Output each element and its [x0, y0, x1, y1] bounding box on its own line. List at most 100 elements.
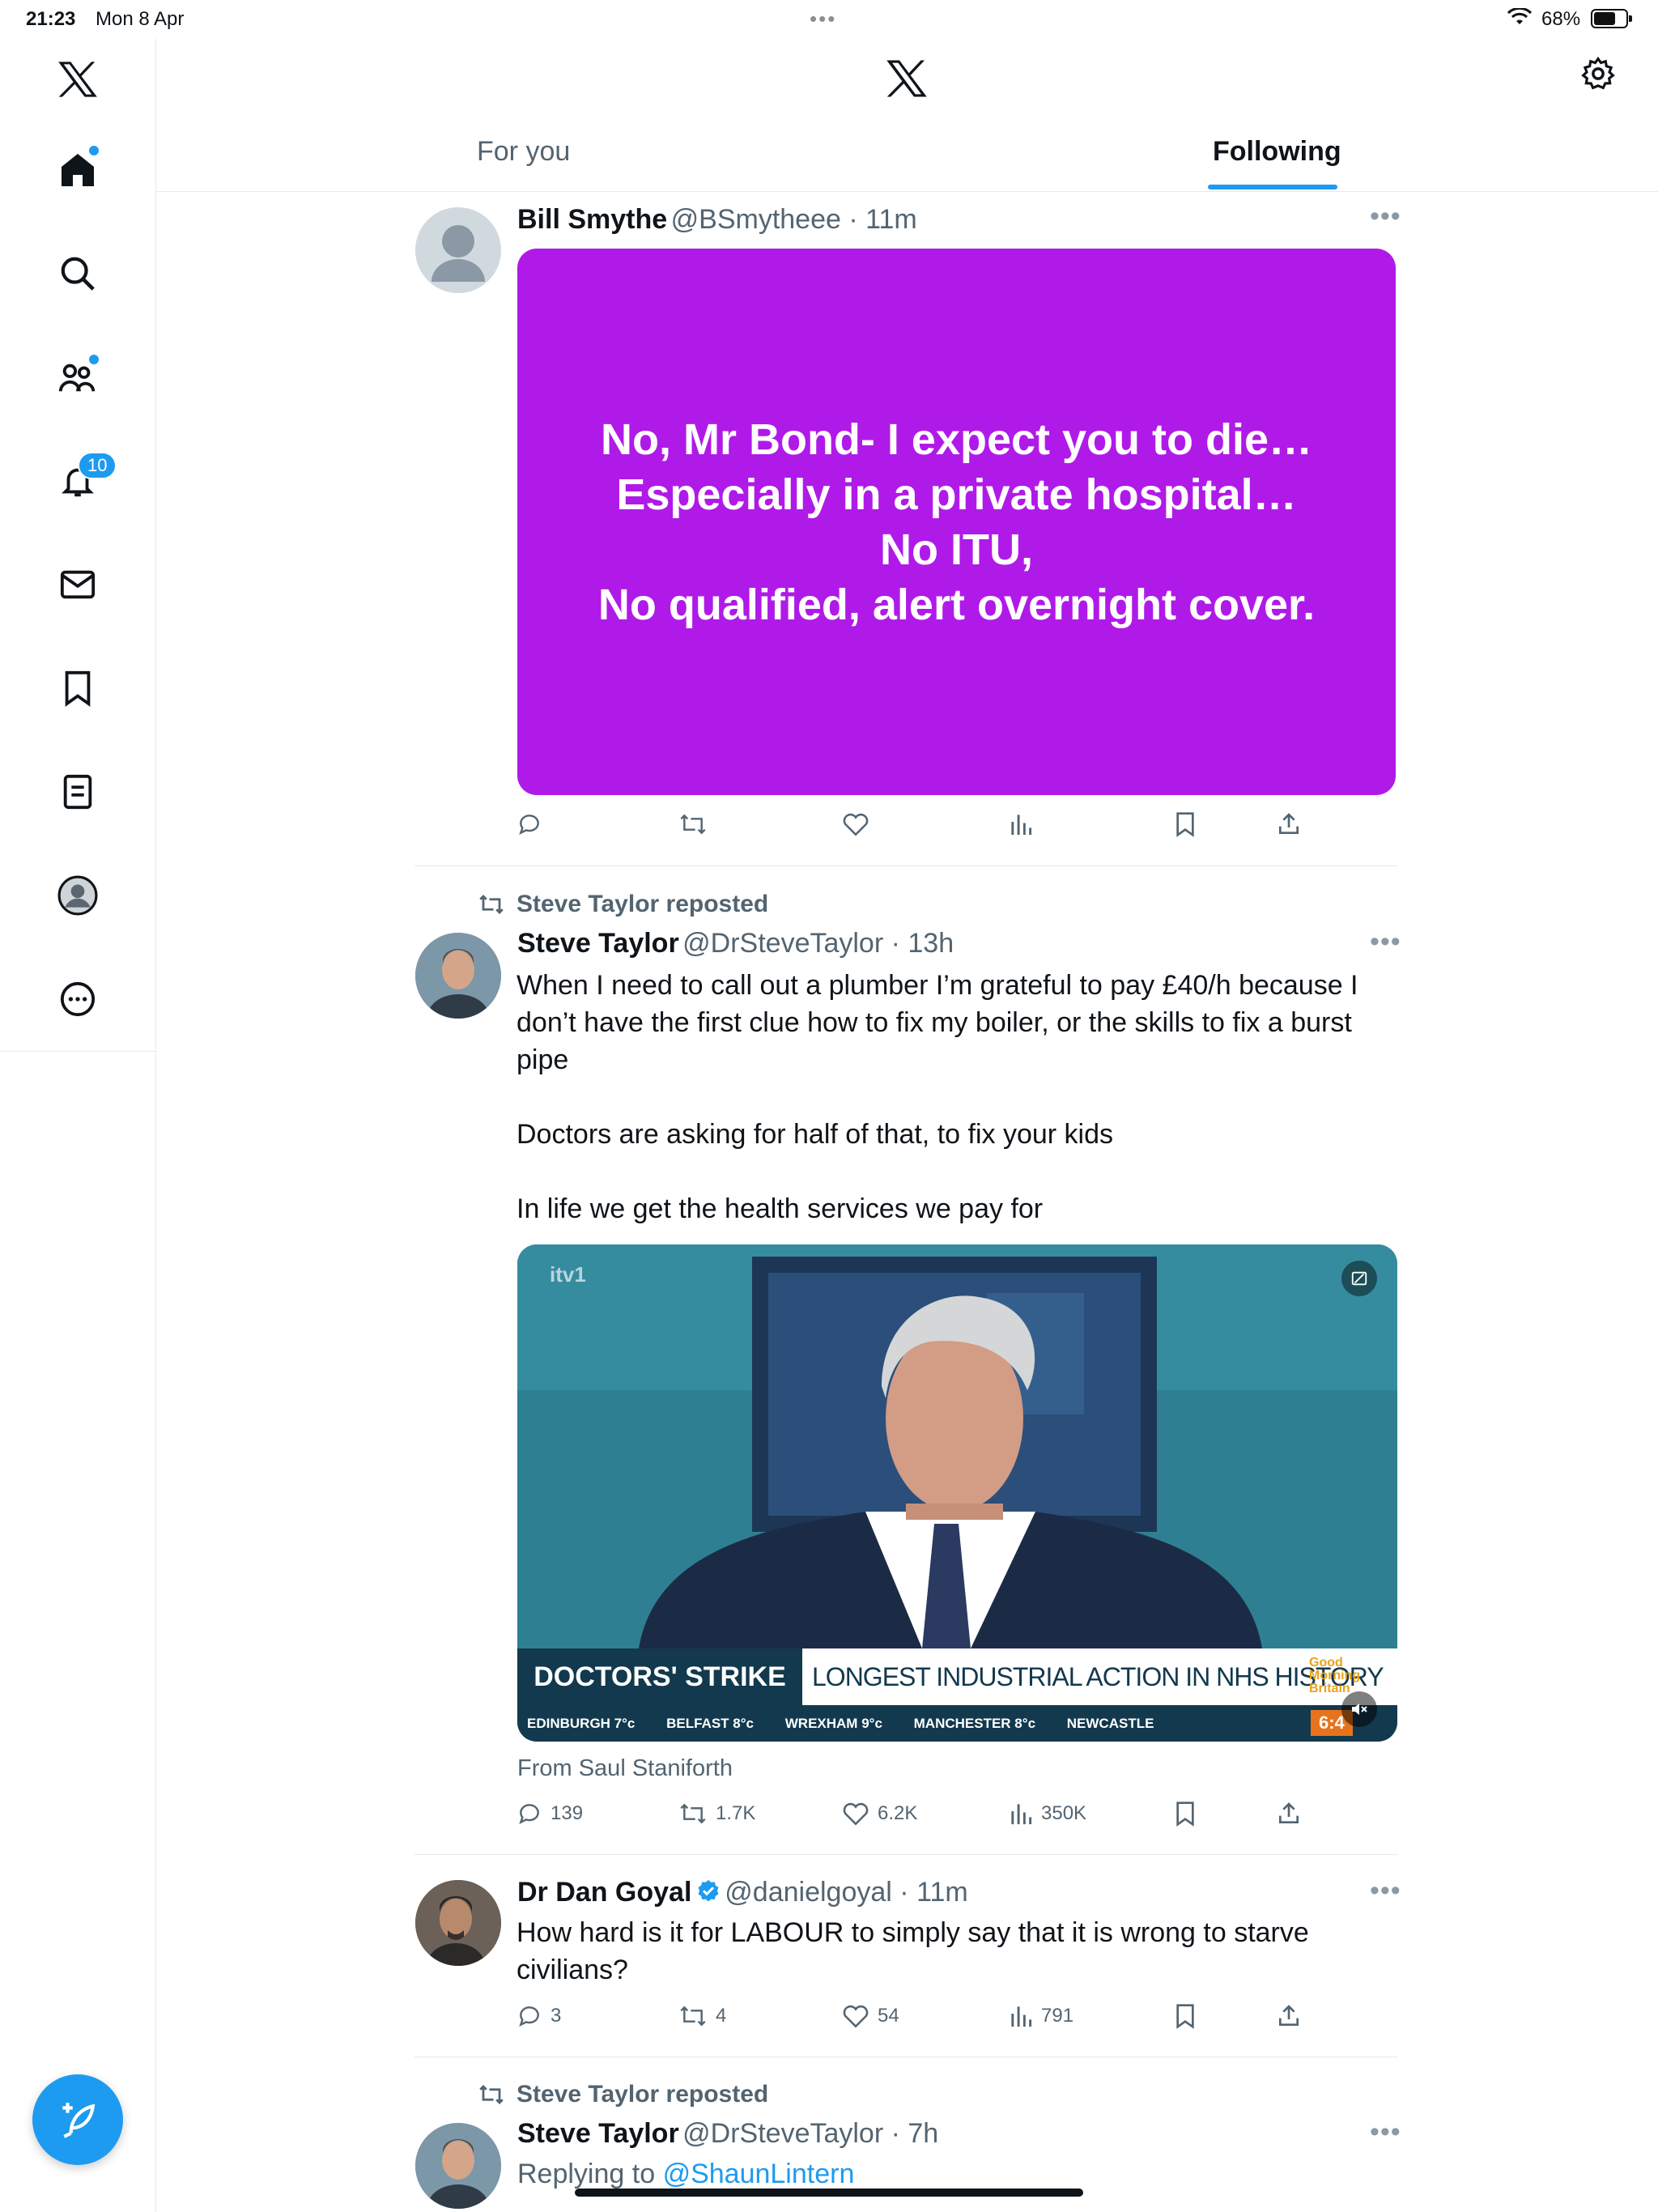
like-button[interactable]	[842, 811, 869, 837]
multitask-dots-icon[interactable]: •••	[810, 6, 836, 32]
tab-following[interactable]: Following	[1213, 136, 1341, 168]
view-count: 791	[1041, 2005, 1074, 2027]
bookmark-button[interactable]	[1174, 1801, 1197, 1827]
reply-icon	[519, 815, 539, 836]
video-expand-button[interactable]	[1341, 1261, 1377, 1296]
ticker-headline: LONGEST INDUSTRIAL ACTION IN NHS HISTORY	[812, 1662, 1384, 1691]
sidebar-item-messages[interactable]	[45, 552, 110, 617]
card-line: No qualified, alert overnight cover.	[597, 580, 1316, 629]
views-button[interactable]: 791	[1009, 2003, 1073, 2029]
like-button[interactable]: 6.2K	[842, 1801, 917, 1827]
tweet-time[interactable]: 11m	[916, 1877, 968, 1908]
author-handle[interactable]: @DrSteveTaylor	[682, 928, 883, 959]
views-chart-icon	[1011, 2006, 1032, 2027]
profile-avatar-icon	[57, 875, 98, 916]
lists-icon	[63, 774, 92, 810]
reply-to-handle[interactable]: @ShaunLintern	[663, 2159, 855, 2189]
repost-context[interactable]: Steve Taylor reposted	[478, 2081, 768, 2108]
repost-label: Steve Taylor reposted	[517, 891, 769, 917]
x-logo[interactable]	[45, 47, 110, 112]
x-logo-header-icon[interactable]	[885, 58, 929, 99]
share-button[interactable]	[1276, 811, 1302, 837]
author-name[interactable]: Steve Taylor	[517, 2118, 679, 2149]
views-button[interactable]	[1009, 811, 1033, 837]
author-handle[interactable]: @danielgoyal	[725, 1877, 892, 1908]
tweet-text-line: don’t have the first clue how to fix my …	[517, 1007, 1352, 1038]
reply-button[interactable]: 3	[517, 2003, 561, 2029]
status-time: 21:23	[26, 8, 76, 30]
tweet-divider	[414, 1854, 1397, 1855]
communities-unread-dot	[87, 353, 100, 366]
heart-icon	[843, 1802, 869, 1826]
sidebar-item-home[interactable]	[45, 138, 110, 202]
views-button[interactable]: 350K	[1009, 1801, 1086, 1827]
mute-button[interactable]	[1341, 1691, 1377, 1727]
bookmark-button[interactable]	[1174, 811, 1197, 837]
sidebar-item-bookmarks[interactable]	[45, 656, 110, 721]
like-button[interactable]: 54	[842, 2003, 899, 2029]
avatar-photo-icon	[415, 1880, 501, 1966]
author-name[interactable]: Bill Smythe	[517, 204, 667, 235]
sidebar-item-lists[interactable]	[45, 759, 110, 824]
more-options-icon[interactable]: •••	[1370, 2116, 1401, 2148]
more-options-icon[interactable]: •••	[1370, 201, 1401, 232]
ticker-label: DOCTORS' STRIKE	[517, 1648, 802, 1705]
heart-icon	[843, 2005, 869, 2028]
tweet-text-line: In life we get the health services we pa…	[517, 1193, 1044, 1224]
video-attribution[interactable]: From Saul Staniforth	[517, 1755, 733, 1782]
sidebar-item-profile[interactable]	[45, 863, 110, 928]
repost-label: Steve Taylor reposted	[517, 2081, 769, 2108]
more-circle-icon	[60, 981, 96, 1017]
sidebar-item-explore[interactable]	[45, 241, 110, 306]
repost-icon	[479, 2085, 504, 2104]
reply-button[interactable]: 139	[517, 1801, 583, 1827]
avatar[interactable]	[415, 933, 501, 1019]
repost-button[interactable]: 1.7K	[678, 1801, 755, 1827]
sidebar-item-more[interactable]	[45, 967, 110, 1032]
sidebar: 10	[0, 39, 156, 2212]
sidebar-item-notifications[interactable]: 10	[45, 449, 117, 513]
status-date: Mon 8 Apr	[96, 8, 185, 30]
sidebar-item-communities[interactable]	[45, 345, 110, 410]
search-icon	[61, 257, 95, 291]
author-name[interactable]: Steve Taylor	[517, 928, 679, 959]
author-handle[interactable]: @BSmytheee	[671, 204, 841, 235]
tab-for-you[interactable]: For you	[477, 136, 570, 168]
repost-icon	[479, 895, 504, 914]
author-handle[interactable]: @DrSteveTaylor	[682, 2118, 883, 2149]
share-button[interactable]	[1276, 1801, 1302, 1827]
share-button[interactable]	[1276, 2003, 1302, 2029]
bookmark-icon	[65, 670, 91, 707]
tweet-video[interactable]: itv1 DOCTORS' STRIKE LONGEST INDUSTRIAL …	[517, 1244, 1397, 1742]
more-options-icon[interactable]: •••	[1370, 926, 1401, 958]
repost-button[interactable]	[678, 811, 708, 837]
bookmark-icon	[1176, 2004, 1194, 2029]
repost-button[interactable]: 4	[678, 2003, 726, 2029]
share-icon	[1279, 813, 1299, 834]
avatar[interactable]	[415, 2123, 501, 2209]
avatar[interactable]	[415, 207, 501, 293]
weather-item: BELFAST 8°c	[666, 1716, 755, 1731]
verified-badge-icon	[698, 1880, 719, 1902]
more-options-icon[interactable]: •••	[1370, 1875, 1401, 1907]
author-name[interactable]: Dr Dan Goyal	[517, 1877, 691, 1908]
tweet-image-card[interactable]: No, Mr Bond- I expect you to die… Especi…	[517, 249, 1396, 795]
repost-context[interactable]: Steve Taylor reposted	[478, 891, 768, 918]
battery-percent: 68%	[1541, 8, 1581, 30]
views-chart-icon	[1011, 815, 1032, 836]
avatar[interactable]	[415, 1880, 501, 1966]
weather-item: WREXHAM 9°c	[784, 1716, 882, 1731]
reply-icon	[519, 1804, 539, 1825]
tweet-time[interactable]: 13h	[908, 928, 954, 959]
bookmark-button[interactable]	[1174, 2003, 1197, 2029]
weather-strip: EDINBURGH 7°c BELFAST 8°c WREXHAM 9°c MA…	[517, 1705, 1397, 1742]
reply-button[interactable]	[517, 811, 542, 837]
tweet-text-line: pipe	[517, 1044, 569, 1075]
x-logo-icon	[58, 62, 97, 97]
tweet-time[interactable]: 7h	[908, 2118, 938, 2149]
avatar-photo-icon	[415, 933, 501, 1019]
compose-post-button[interactable]	[32, 2074, 123, 2165]
settings-gear-icon[interactable]	[1581, 57, 1615, 91]
tweet-time[interactable]: 11m	[865, 204, 917, 235]
home-indicator[interactable]	[575, 2189, 1083, 2197]
